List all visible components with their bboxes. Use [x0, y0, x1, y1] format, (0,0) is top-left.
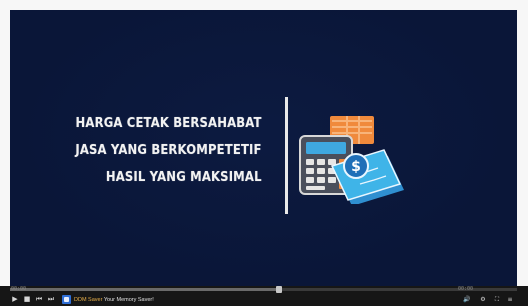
elapsed-time: 00:00: [11, 286, 27, 292]
menu-icon[interactable]: ≡: [505, 295, 515, 304]
headline-line-2: JASA YANG BERKOMPETETIF: [75, 142, 262, 158]
seek-bar-fill: [10, 288, 279, 291]
calculator-money-illustration: $: [299, 116, 404, 204]
seek-handle[interactable]: [275, 286, 282, 293]
ticker-brand: DDM Saver: [74, 297, 103, 303]
seek-bar[interactable]: [10, 286, 517, 293]
ticker-tagline: Your Memory Saver!: [102, 297, 154, 303]
vertical-divider: [285, 97, 288, 214]
fullscreen-icon[interactable]: ⛶: [492, 295, 502, 304]
stop-icon[interactable]: ■: [22, 295, 32, 304]
ddm-saver-ticker[interactable]: DDM Saver Your Memory Saver!: [74, 296, 154, 304]
headline-line-3: HASIL YANG MAKSIMAL: [106, 169, 262, 185]
total-time: 00:00: [458, 286, 474, 292]
player-control-bar: 00:00 00:00 ▶ ■ ⏮ ⏭ DDM Saver Your Memor…: [0, 286, 528, 306]
svg-text:$: $: [351, 159, 361, 175]
video-frame[interactable]: HARGA CETAK BERSAHABAT JASA YANG BERKOMP…: [10, 10, 517, 286]
volume-icon[interactable]: 🔊: [462, 295, 472, 304]
settings-icon[interactable]: ⚙: [478, 295, 488, 304]
ddm-saver-icon[interactable]: [62, 295, 71, 304]
play-icon[interactable]: ▶: [10, 295, 20, 304]
headline-line-1: HARGA CETAK BERSAHABAT: [75, 115, 262, 131]
next-icon[interactable]: ⏭: [46, 295, 56, 304]
control-buttons-row: ▶ ■ ⏮ ⏭ DDM Saver Your Memory Saver! 🔊 ⚙…: [10, 294, 517, 305]
player-window: HARGA CETAK BERSAHABAT JASA YANG BERKOMP…: [0, 0, 528, 306]
dollar-coin-icon: $: [343, 153, 369, 179]
headline-text-block: HARGA CETAK BERSAHABAT JASA YANG BERKOMP…: [76, 110, 262, 191]
previous-icon[interactable]: ⏮: [34, 295, 44, 304]
